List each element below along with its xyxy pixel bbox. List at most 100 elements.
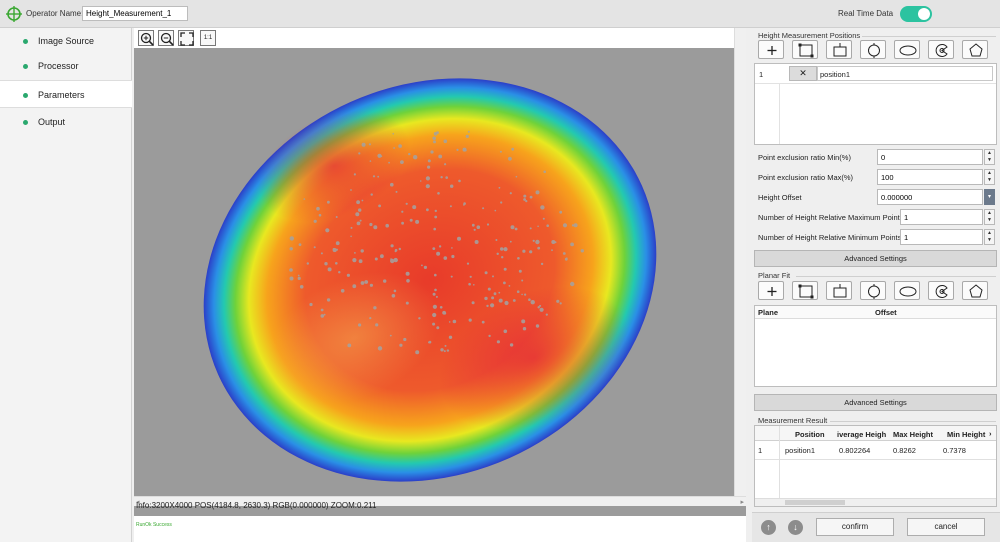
surface-texture-dot (398, 144, 402, 148)
surface-texture-dot (380, 254, 384, 259)
exclusion-min-row: Point exclusion ratio Min(%) ▲▼ (754, 148, 997, 167)
surface-texture-dot (570, 281, 575, 287)
ellipse-roi-button[interactable] (894, 40, 920, 59)
real-time-toggle[interactable] (900, 6, 932, 22)
fit-screen-button[interactable] (178, 30, 194, 46)
surface-texture-dot (432, 136, 437, 141)
surface-texture-dot (405, 271, 410, 276)
surface-texture-dot (540, 262, 544, 266)
surface-texture-dot (432, 247, 436, 251)
add-plane-roi-button[interactable] (758, 281, 784, 300)
plane-ellipse-roi-button[interactable] (894, 281, 920, 300)
surface-texture-dot (522, 327, 527, 331)
surface-texture-dot (370, 193, 373, 196)
height-map-canvas[interactable] (134, 48, 746, 516)
sidebar-item-parameters[interactable]: Parameters (0, 80, 132, 108)
surface-texture-dot (437, 192, 440, 195)
exclusion-max-stepper[interactable]: ▲ ▼ (984, 169, 995, 185)
run-status-text: RunOk Success (136, 522, 172, 528)
max-points-stepper[interactable]: ▲ ▼ (984, 209, 995, 225)
surface-texture-dot (433, 227, 437, 231)
circle-icon (868, 284, 880, 299)
real-time-label: Real Time Data (838, 9, 894, 18)
move-down-button[interactable]: ↓ (788, 520, 803, 535)
exclusion-max-input[interactable] (877, 169, 983, 185)
scroll-right-icon[interactable]: ▸ (740, 498, 744, 506)
position-index: 1 (759, 70, 764, 79)
surface-texture-dot (390, 244, 394, 248)
surface-texture-dot (432, 322, 436, 326)
plane-circle-roi-button[interactable] (860, 281, 886, 300)
surface-texture-dot (559, 210, 563, 214)
scroll-thumb[interactable] (785, 500, 845, 505)
rect-roi-button[interactable] (792, 40, 818, 59)
sector-icon (935, 44, 948, 57)
sidebar-item-processor[interactable]: Processor (0, 53, 132, 79)
surface-texture-dot (498, 298, 503, 303)
zoom-in-button[interactable] (138, 30, 154, 46)
surface-texture-dot (289, 268, 293, 272)
position-name-field[interactable]: position1 (817, 66, 993, 81)
delete-position-button[interactable]: ✕ (789, 66, 817, 81)
zoom-out-button[interactable] (158, 30, 174, 46)
advanced-settings-button[interactable]: Advanced Settings (754, 250, 997, 267)
surface-texture-dot (433, 140, 436, 144)
surface-texture-dot (528, 298, 531, 301)
height-positions-title: Height Measurement Positions (758, 31, 861, 40)
table-row[interactable]: 1 position1 0.802264 0.8262 0.7378 (755, 441, 996, 460)
plane-rect-roi-button[interactable] (792, 281, 818, 300)
planar-advanced-settings-button[interactable]: Advanced Settings (754, 394, 997, 411)
actual-size-button[interactable]: 1:1 (200, 30, 216, 46)
surface-texture-dot (440, 176, 443, 179)
surface-texture-dot (452, 319, 457, 324)
surface-texture-dot (515, 175, 518, 178)
surface-texture-dot (289, 236, 294, 241)
surface-texture-dot (390, 182, 394, 187)
result-horizontal-scrollbar[interactable] (755, 498, 996, 506)
surface-texture-dot (487, 287, 491, 291)
surface-texture-dot (448, 321, 451, 323)
height-offset-row: Height Offset ▾ (754, 188, 997, 207)
exclusion-min-input[interactable] (877, 149, 983, 165)
viewer-vertical-scrollbar[interactable] (734, 28, 746, 496)
surface-texture-dot (391, 294, 396, 298)
list-item[interactable]: 1 ✕ position1 (755, 64, 996, 84)
exclusion-min-stepper[interactable]: ▲ ▼ (984, 149, 995, 165)
plane-sector-roi-button[interactable] (928, 281, 954, 300)
polygon-roi-button[interactable] (962, 40, 988, 59)
parameters-panel: Height Measurement Positions 1 ✕ positio… (752, 28, 1000, 542)
surface-texture-dot (562, 252, 566, 255)
sidebar-item-output[interactable]: Output (0, 109, 132, 135)
surface-texture-dot (525, 200, 528, 203)
polygon-icon (969, 284, 983, 298)
surface-texture-dot (562, 223, 568, 228)
surface-texture-dot (346, 273, 350, 277)
surface-texture-dot (413, 155, 418, 160)
surface-texture-dot (494, 209, 497, 212)
surface-texture-dot (318, 213, 322, 217)
plane-rotated-rect-roi-button[interactable] (826, 281, 852, 300)
surface-texture-dot (428, 341, 430, 344)
cancel-button[interactable]: cancel (907, 518, 985, 536)
min-points-input[interactable] (900, 229, 983, 245)
plane-polygon-roi-button[interactable] (962, 281, 988, 300)
surface-texture-dot (335, 216, 338, 218)
rotated-rect-roi-button[interactable] (826, 40, 852, 59)
height-offset-dropdown[interactable]: ▾ (984, 189, 995, 205)
surface-texture-dot (580, 249, 584, 253)
add-roi-button[interactable] (758, 40, 784, 59)
surface-texture-dot (324, 262, 328, 266)
max-points-input[interactable] (900, 209, 983, 225)
move-up-button[interactable]: ↑ (761, 520, 776, 535)
surface-texture-dot (418, 317, 421, 320)
sector-roi-button[interactable] (928, 40, 954, 59)
circle-roi-button[interactable] (860, 40, 886, 59)
confirm-button[interactable]: confirm (816, 518, 894, 536)
operator-name-input[interactable] (82, 6, 188, 21)
height-offset-input[interactable] (877, 189, 983, 205)
surface-texture-dot (471, 301, 475, 305)
fit-screen-icon (180, 32, 194, 46)
surface-texture-dot (438, 245, 442, 248)
sidebar-item-image-source[interactable]: Image Source (0, 28, 132, 54)
min-points-stepper[interactable]: ▲ ▼ (984, 229, 995, 245)
